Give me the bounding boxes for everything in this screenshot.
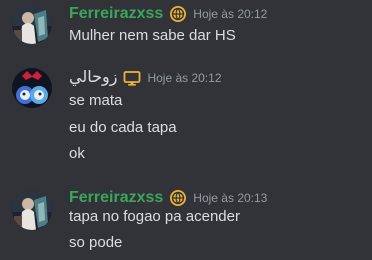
- chat-messages: Ferreirazxss Hoje às 20:12 Mulher nem sa…: [0, 0, 372, 260]
- message-text: eu do cada tapa: [69, 119, 177, 136]
- message-text: Mulher nem sabe dar HS: [69, 27, 236, 44]
- username[interactable]: Ferreirazxss: [69, 4, 163, 24]
- timestamp[interactable]: Hoje às 20:13: [193, 188, 267, 208]
- avatar[interactable]: [12, 190, 52, 230]
- timestamp[interactable]: Hoje às 20:12: [193, 4, 267, 24]
- message-group: زوحالي Hoje às 20:12 se mata eu do cada …: [0, 64, 372, 172]
- message-text: tapa no fogao pa acender: [69, 208, 240, 225]
- globe-icon[interactable]: [169, 189, 187, 207]
- globe-icon[interactable]: [169, 5, 187, 23]
- message-group: Ferreirazxss Hoje às 20:12 Mulher nem sa…: [0, 0, 372, 60]
- username[interactable]: Ferreirazxss: [69, 188, 163, 208]
- message-text: se mata: [69, 92, 123, 109]
- message-text: so pode: [69, 234, 123, 251]
- avatar[interactable]: [12, 68, 52, 108]
- message-text: ok: [69, 145, 85, 162]
- username[interactable]: زوحالي: [69, 68, 117, 88]
- message-group: Ferreirazxss Hoje às 20:13 tapa no fogao…: [0, 186, 372, 260]
- timestamp[interactable]: Hoje às 20:12: [147, 68, 221, 88]
- avatar[interactable]: [12, 4, 52, 44]
- monitor-icon[interactable]: [123, 69, 141, 87]
